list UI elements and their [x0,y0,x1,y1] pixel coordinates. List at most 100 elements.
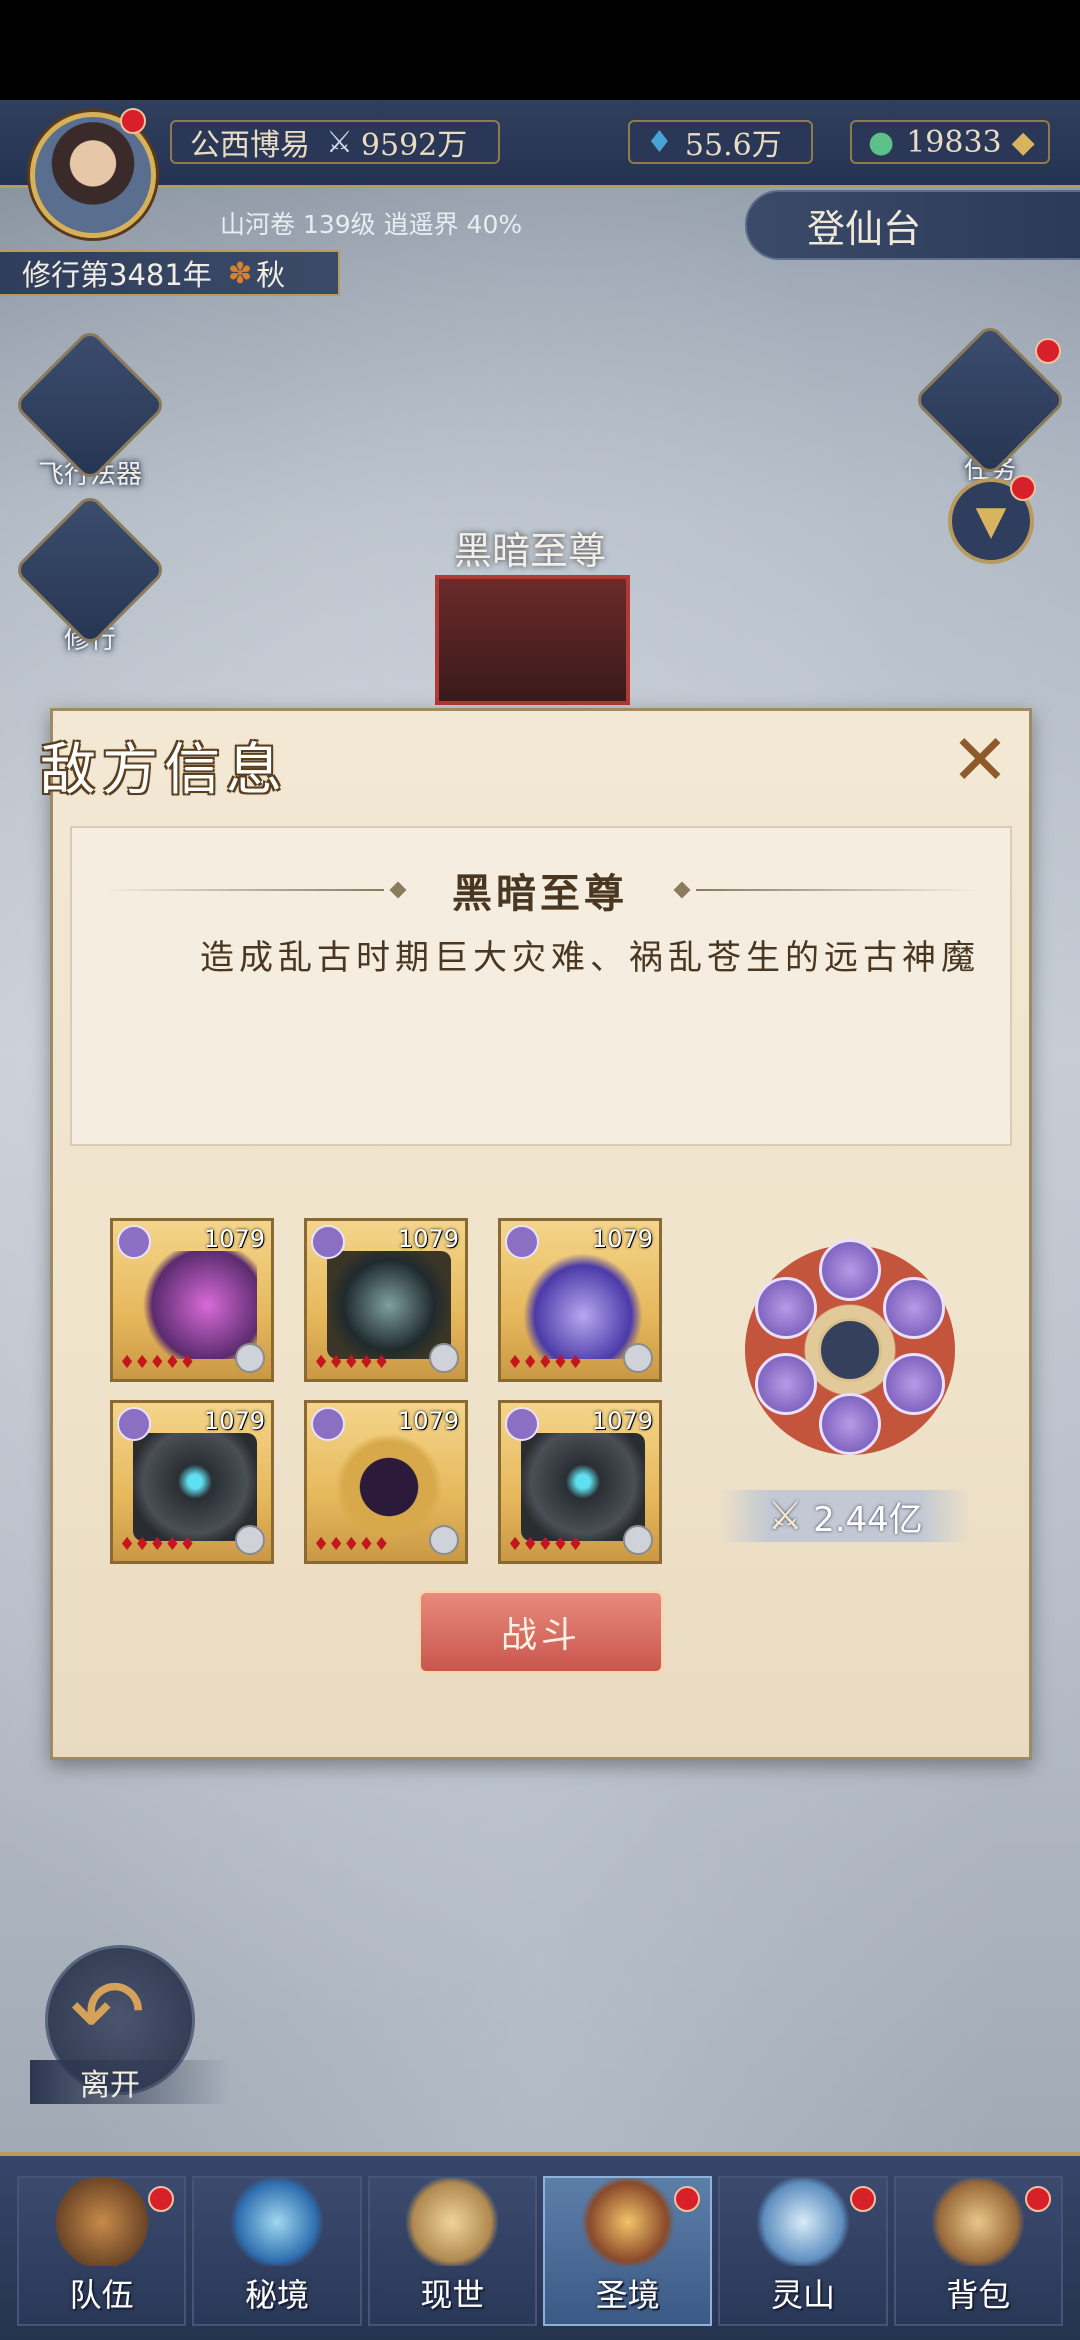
mountain-icon [754,2178,851,2266]
divider-right [696,889,976,891]
nav-label: 灵山 [770,2276,835,2314]
jade-value: 19833 [906,124,1002,160]
formation-node-icon [755,1277,817,1339]
faction-badge-icon [311,1225,345,1259]
gem-slot-icon [235,1343,265,1373]
gem-slot-icon [623,1343,653,1373]
nav-notification-dot [849,2186,876,2212]
nav-holy-realm[interactable]: 圣境 [542,2176,713,2326]
guild-name: 公西博易 [190,128,310,163]
temple-icon [579,2178,676,2266]
fight-button[interactable]: 战斗 [418,1590,664,1674]
bottom-nav: 队伍 秘境 现世 圣境 灵山 背包 [0,2152,1080,2340]
team-hat-icon [53,2178,150,2266]
enemy-unit-card[interactable]: 1079 ♦♦♦♦♦ [498,1400,662,1564]
boss-portrait[interactable] [435,575,630,705]
divider-left [104,889,384,891]
total-power-value: 2.44亿 [813,1499,923,1540]
power-icon: ⚔ [326,124,353,160]
formation-wheel[interactable] [745,1239,955,1455]
unit-level: 1079 [397,1407,459,1435]
scroll-map-icon [404,2178,501,2266]
dengxian-label: 登仙台 [807,206,922,251]
cultivation-year: 修行第3481年 [22,258,212,292]
season-label: 秋 [256,258,286,292]
nav-secret-realm[interactable]: 秘境 [192,2176,362,2326]
unit-stars: ♦♦♦♦♦ [507,1352,584,1373]
power-sword-icon: ⚔ [767,1493,804,1539]
unit-level: 1079 [591,1407,653,1435]
nav-notification-dot [148,2186,175,2212]
crystal-pill[interactable]: ♦ 55.6万 [628,120,813,164]
close-icon[interactable]: ✕ [945,725,1015,795]
leave-label: 离开 [30,2060,230,2104]
season-bar: 修行第3481年 ✽ 秋 [0,250,340,296]
enemy-description: 造成乱古时期巨大灾难、祸乱苍生的远古神魔 [200,938,980,978]
boss-scene-name: 黑暗至尊 [453,529,606,573]
jade-icon: ● [868,124,895,160]
flying-artifact-button[interactable]: 飞行法器 [12,327,168,491]
unit-level: 1079 [397,1225,459,1253]
golden-dragon-orb-icon [327,1433,451,1541]
enemy-unit-card[interactable]: 1079 ♦♦♦♦♦ [498,1218,662,1382]
unit-level: 1079 [203,1407,265,1435]
backpack-icon [930,2178,1027,2266]
crystal-value: 55.6万 [684,128,782,163]
nav-label: 秘境 [244,2276,309,2314]
faction-badge-icon [505,1225,539,1259]
nav-backpack[interactable]: 背包 [893,2176,1063,2326]
gem-slot-icon [235,1525,265,1555]
enemy-unit-card[interactable]: 1079 ♦♦♦♦♦ [110,1218,274,1382]
enemy-unit-card[interactable]: 1079 ♦♦♦♦♦ [110,1400,274,1564]
tasks-notification-dot [1035,338,1061,364]
unit-level: 1079 [591,1225,653,1253]
diamond-ornament-left [389,881,407,899]
add-jade-icon[interactable]: ◆ [1012,125,1035,160]
maple-leaf-icon: ✽ [227,256,253,290]
enemy-unit-card[interactable]: 1079 ♦♦♦♦♦ [304,1400,468,1564]
nav-notification-dot [1024,2186,1051,2212]
axe-weapon-icon [133,1251,257,1359]
enemy-unit-card[interactable]: 1079 ♦♦♦♦♦ [304,1218,468,1382]
jade-pill[interactable]: ● 19833 ◆ [850,120,1050,164]
nav-label: 队伍 [69,2276,134,2314]
vortex-icon [228,2178,325,2266]
diamond-ornament-right [673,881,691,899]
fight-label: 战斗 [500,1615,581,1656]
nav-team[interactable]: 队伍 [17,2176,187,2326]
nav-label: 现世 [420,2276,485,2314]
dark-knight-icon [521,1433,645,1541]
formation-node-icon [755,1353,817,1415]
gem-slot-icon [623,1525,653,1555]
faction-badge-icon [117,1407,151,1441]
dark-lord-icon [327,1251,451,1359]
realm-line: 山河卷 139级 逍遥界 40% [220,210,523,239]
unit-stars: ♦♦♦♦♦ [119,1534,196,1555]
formation-node-icon [819,1239,881,1301]
cultivate-button[interactable]: 修行 [12,492,168,656]
nav-world[interactable]: 现世 [367,2176,537,2326]
enemy-name: 黑暗至尊 [452,870,628,917]
faction-badge-icon [117,1225,151,1259]
unit-stars: ♦♦♦♦♦ [313,1534,390,1555]
nav-spirit-mountain[interactable]: 灵山 [718,2176,888,2326]
return-arrow-icon: ↶ [70,1960,146,2065]
dialog-title: 敌方信息 [40,738,288,803]
faction-badge-icon [505,1407,539,1441]
formation-node-icon [883,1277,945,1339]
purple-vase-icon [521,1251,645,1359]
gem-slot-icon [429,1525,459,1555]
faction-badge-icon [311,1407,345,1441]
dengxian-button[interactable]: 登仙台 [745,190,1080,260]
tasks-button[interactable]: 任务 [912,322,1068,486]
unit-level: 1079 [203,1225,265,1253]
gem-slot-icon [429,1343,459,1373]
dark-knight-icon [133,1433,257,1541]
nav-notification-dot [674,2186,701,2212]
unit-stars: ♦♦♦♦♦ [507,1534,584,1555]
nav-label: 圣境 [595,2276,660,2314]
enemy-name-row: 黑暗至尊 [100,865,980,917]
unit-stars: ♦♦♦♦♦ [119,1352,196,1373]
formation-node-icon [883,1353,945,1415]
crystal-icon: ♦ [646,124,673,160]
